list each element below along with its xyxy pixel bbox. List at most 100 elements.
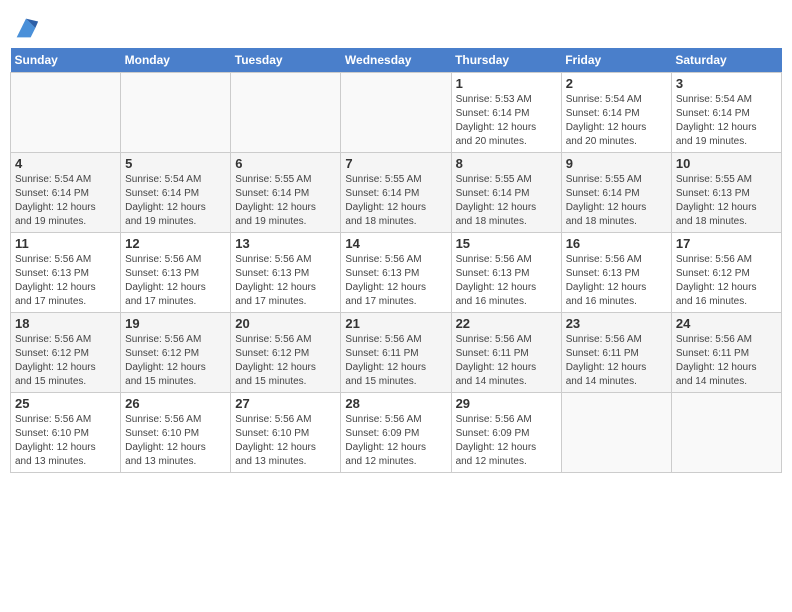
- calendar-cell: 10 Sunrise: 5:55 AM Sunset: 6:13 PM Dayli…: [671, 153, 781, 233]
- day-number: 18: [15, 316, 116, 331]
- day-info: Sunrise: 5:55 AM Sunset: 6:14 PM Dayligh…: [456, 173, 557, 229]
- calendar-header-row: SundayMondayTuesdayWednesdayThursdayFrid…: [11, 48, 782, 73]
- day-info: Sunrise: 5:53 AM Sunset: 6:14 PM Dayligh…: [456, 93, 557, 149]
- day-info: Sunrise: 5:56 AM Sunset: 6:11 PM Dayligh…: [566, 333, 667, 389]
- page-header: [10, 10, 782, 42]
- day-info: Sunrise: 5:56 AM Sunset: 6:11 PM Dayligh…: [345, 333, 446, 389]
- day-info: Sunrise: 5:54 AM Sunset: 6:14 PM Dayligh…: [125, 173, 226, 229]
- day-info: Sunrise: 5:56 AM Sunset: 6:09 PM Dayligh…: [456, 413, 557, 469]
- day-number: 9: [566, 156, 667, 171]
- calendar-week-row: 11 Sunrise: 5:56 AM Sunset: 6:13 PM Dayli…: [11, 233, 782, 313]
- day-info: Sunrise: 5:56 AM Sunset: 6:10 PM Dayligh…: [125, 413, 226, 469]
- day-info: Sunrise: 5:55 AM Sunset: 6:14 PM Dayligh…: [235, 173, 336, 229]
- day-info: Sunrise: 5:56 AM Sunset: 6:13 PM Dayligh…: [456, 253, 557, 309]
- day-number: 26: [125, 396, 226, 411]
- day-info: Sunrise: 5:56 AM Sunset: 6:13 PM Dayligh…: [125, 253, 226, 309]
- calendar-week-row: 25Sunrise: 5:56 AM Sunset: 6:10 PM Dayli…: [11, 393, 782, 473]
- calendar-cell: 12 Sunrise: 5:56 AM Sunset: 6:13 PM Dayli…: [121, 233, 231, 313]
- day-number: 19: [125, 316, 226, 331]
- day-number: 4: [15, 156, 116, 171]
- day-info: Sunrise: 5:55 AM Sunset: 6:14 PM Dayligh…: [345, 173, 446, 229]
- day-number: 13: [235, 236, 336, 251]
- calendar-cell: 24Sunrise: 5:56 AM Sunset: 6:11 PM Dayli…: [671, 313, 781, 393]
- day-number: 27: [235, 396, 336, 411]
- day-number: 16: [566, 236, 667, 251]
- day-number: 1: [456, 76, 557, 91]
- calendar-week-row: 1 Sunrise: 5:53 AM Sunset: 6:14 PM Daylig…: [11, 73, 782, 153]
- calendar-cell: 16 Sunrise: 5:56 AM Sunset: 6:13 PM Dayli…: [561, 233, 671, 313]
- day-info: Sunrise: 5:56 AM Sunset: 6:12 PM Dayligh…: [125, 333, 226, 389]
- day-number: 29: [456, 396, 557, 411]
- calendar-cell: [231, 73, 341, 153]
- day-header-wednesday: Wednesday: [341, 48, 451, 73]
- calendar-cell: 9 Sunrise: 5:55 AM Sunset: 6:14 PM Daylig…: [561, 153, 671, 233]
- calendar-cell: 22 Sunrise: 5:56 AM Sunset: 6:11 PM Dayli…: [451, 313, 561, 393]
- day-number: 22: [456, 316, 557, 331]
- calendar-week-row: 18 Sunrise: 5:56 AM Sunset: 6:12 PM Dayli…: [11, 313, 782, 393]
- calendar-cell: 11Sunrise: 5:56 AM Sunset: 6:13 PM Dayli…: [11, 233, 121, 313]
- day-header-friday: Friday: [561, 48, 671, 73]
- calendar-cell: 29 Sunrise: 5:56 AM Sunset: 6:09 PM Dayli…: [451, 393, 561, 473]
- day-header-monday: Monday: [121, 48, 231, 73]
- day-info: Sunrise: 5:54 AM Sunset: 6:14 PM Dayligh…: [676, 93, 777, 149]
- calendar-table: SundayMondayTuesdayWednesdayThursdayFrid…: [10, 48, 782, 473]
- calendar-cell: 20 Sunrise: 5:56 AM Sunset: 6:12 PM Dayli…: [231, 313, 341, 393]
- calendar-cell: [341, 73, 451, 153]
- calendar-cell: 18 Sunrise: 5:56 AM Sunset: 6:12 PM Dayli…: [11, 313, 121, 393]
- calendar-cell: 14 Sunrise: 5:56 AM Sunset: 6:13 PM Dayli…: [341, 233, 451, 313]
- day-header-sunday: Sunday: [11, 48, 121, 73]
- day-info: Sunrise: 5:56 AM Sunset: 6:12 PM Dayligh…: [235, 333, 336, 389]
- logo-icon: [12, 14, 40, 42]
- day-info: Sunrise: 5:56 AM Sunset: 6:12 PM Dayligh…: [15, 333, 116, 389]
- calendar-cell: 15 Sunrise: 5:56 AM Sunset: 6:13 PM Dayli…: [451, 233, 561, 313]
- day-info: Sunrise: 5:54 AM Sunset: 6:14 PM Dayligh…: [566, 93, 667, 149]
- calendar-cell: 23 Sunrise: 5:56 AM Sunset: 6:11 PM Dayli…: [561, 313, 671, 393]
- day-info: Sunrise: 5:55 AM Sunset: 6:13 PM Dayligh…: [676, 173, 777, 229]
- day-number: 15: [456, 236, 557, 251]
- calendar-cell: 5 Sunrise: 5:54 AM Sunset: 6:14 PM Daylig…: [121, 153, 231, 233]
- calendar-cell: 17 Sunrise: 5:56 AM Sunset: 6:12 PM Dayli…: [671, 233, 781, 313]
- day-number: 17: [676, 236, 777, 251]
- calendar-cell: [671, 393, 781, 473]
- calendar-cell: 6 Sunrise: 5:55 AM Sunset: 6:14 PM Daylig…: [231, 153, 341, 233]
- calendar-cell: 4 Sunrise: 5:54 AM Sunset: 6:14 PM Daylig…: [11, 153, 121, 233]
- calendar-cell: [561, 393, 671, 473]
- calendar-cell: 28 Sunrise: 5:56 AM Sunset: 6:09 PM Dayli…: [341, 393, 451, 473]
- calendar-cell: 1 Sunrise: 5:53 AM Sunset: 6:14 PM Daylig…: [451, 73, 561, 153]
- calendar-cell: 3 Sunrise: 5:54 AM Sunset: 6:14 PM Daylig…: [671, 73, 781, 153]
- day-number: 5: [125, 156, 226, 171]
- day-number: 28: [345, 396, 446, 411]
- day-number: 11: [15, 236, 116, 251]
- day-number: 12: [125, 236, 226, 251]
- day-number: 14: [345, 236, 446, 251]
- day-number: 24: [676, 316, 777, 331]
- calendar-cell: [121, 73, 231, 153]
- day-info: Sunrise: 5:56 AM Sunset: 6:13 PM Dayligh…: [566, 253, 667, 309]
- day-info: Sunrise: 5:56 AM Sunset: 6:13 PM Dayligh…: [235, 253, 336, 309]
- calendar-cell: 8 Sunrise: 5:55 AM Sunset: 6:14 PM Daylig…: [451, 153, 561, 233]
- day-info: Sunrise: 5:56 AM Sunset: 6:13 PM Dayligh…: [345, 253, 446, 309]
- day-number: 21: [345, 316, 446, 331]
- day-info: Sunrise: 5:56 AM Sunset: 6:11 PM Dayligh…: [456, 333, 557, 389]
- day-number: 20: [235, 316, 336, 331]
- day-number: 7: [345, 156, 446, 171]
- day-info: Sunrise: 5:56 AM Sunset: 6:09 PM Dayligh…: [345, 413, 446, 469]
- logo: [10, 14, 40, 42]
- calendar-cell: 26 Sunrise: 5:56 AM Sunset: 6:10 PM Dayli…: [121, 393, 231, 473]
- day-number: 6: [235, 156, 336, 171]
- day-header-saturday: Saturday: [671, 48, 781, 73]
- calendar-cell: 19 Sunrise: 5:56 AM Sunset: 6:12 PM Dayli…: [121, 313, 231, 393]
- day-info: Sunrise: 5:56 AM Sunset: 6:10 PM Dayligh…: [235, 413, 336, 469]
- day-info: Sunrise: 5:55 AM Sunset: 6:14 PM Dayligh…: [566, 173, 667, 229]
- day-info: Sunrise: 5:54 AM Sunset: 6:14 PM Dayligh…: [15, 173, 116, 229]
- day-header-thursday: Thursday: [451, 48, 561, 73]
- day-number: 10: [676, 156, 777, 171]
- calendar-cell: 2Sunrise: 5:54 AM Sunset: 6:14 PM Daylig…: [561, 73, 671, 153]
- calendar-cell: 27 Sunrise: 5:56 AM Sunset: 6:10 PM Dayli…: [231, 393, 341, 473]
- day-number: 8: [456, 156, 557, 171]
- day-number: 23: [566, 316, 667, 331]
- day-number: 3: [676, 76, 777, 91]
- calendar-cell: 7 Sunrise: 5:55 AM Sunset: 6:14 PM Daylig…: [341, 153, 451, 233]
- day-header-tuesday: Tuesday: [231, 48, 341, 73]
- day-info: Sunrise: 5:56 AM Sunset: 6:12 PM Dayligh…: [676, 253, 777, 309]
